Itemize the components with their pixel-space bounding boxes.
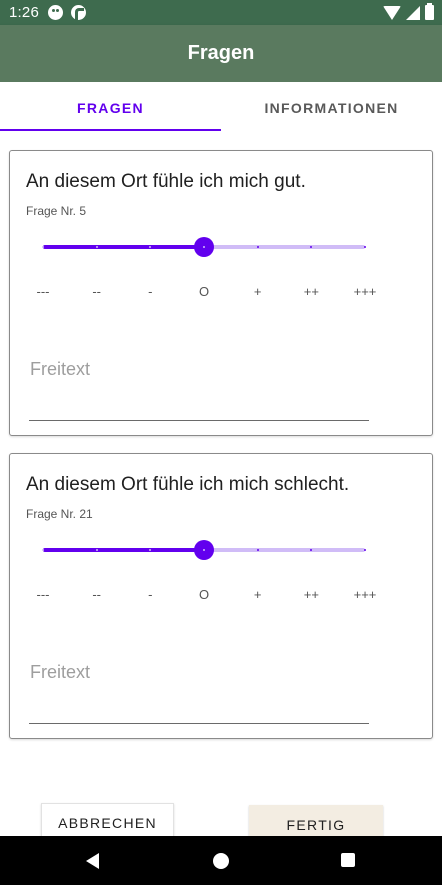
rating-slider[interactable]	[42, 237, 366, 257]
slider-tick	[95, 246, 98, 248]
navigation-bar	[0, 836, 442, 885]
back-icon[interactable]	[86, 853, 99, 869]
rating-slider[interactable]	[42, 540, 366, 560]
slider-tick	[364, 549, 366, 551]
scale-label: +	[253, 587, 262, 602]
tab-bar: FRAGEN INFORMATIONEN	[0, 82, 442, 131]
question-number: Frage Nr. 5	[26, 204, 87, 218]
scale-label: -	[148, 587, 153, 602]
wifi-icon	[383, 5, 401, 20]
question-text: An diesem Ort fühle ich mich gut.	[26, 171, 306, 192]
question-card: An diesem Ort fühle ich mich gut. Frage …	[9, 150, 433, 436]
slider-tick	[95, 549, 98, 551]
slider-tick	[256, 549, 259, 551]
scale-label: +	[253, 284, 262, 299]
tab-fragen[interactable]: FRAGEN	[0, 82, 221, 131]
battery-icon	[425, 3, 434, 20]
page-title: Fragen	[187, 42, 255, 64]
question-card: An diesem Ort fühle ich mich schlecht. F…	[9, 453, 433, 739]
status-bar: 1:26	[0, 0, 442, 25]
scale-label: ++	[303, 284, 319, 299]
scale-label: +++	[353, 284, 377, 299]
slider-tick	[42, 549, 44, 551]
status-time: 1:26	[9, 4, 39, 21]
face-icon	[48, 5, 63, 20]
tab-informationen[interactable]: INFORMATIONEN	[221, 82, 442, 131]
question-number: Frage Nr. 21	[26, 507, 93, 521]
status-icons	[383, 3, 434, 20]
scale-label: ---	[36, 284, 50, 299]
slider-tick	[256, 246, 259, 248]
recents-icon[interactable]	[341, 853, 355, 867]
scale-label: O	[198, 587, 210, 602]
scale-label: --	[92, 284, 101, 299]
slider-active-track	[43, 245, 204, 249]
slider-tick	[364, 246, 366, 248]
tab-indicator	[0, 129, 221, 131]
slider-tick	[203, 246, 205, 248]
data-saver-icon	[71, 5, 86, 20]
question-text: An diesem Ort fühle ich mich schlecht.	[26, 474, 350, 495]
freitext-input[interactable]	[29, 357, 369, 421]
scale-label: -	[148, 284, 153, 299]
home-icon[interactable]	[213, 853, 229, 869]
slider-tick	[203, 549, 205, 551]
scale-label: +++	[353, 587, 377, 602]
scale-label: O	[198, 284, 210, 299]
scale-label: ++	[303, 587, 319, 602]
slider-tick	[42, 246, 44, 248]
scale-label: --	[92, 587, 101, 602]
freitext-input[interactable]	[29, 660, 369, 724]
app-bar: Fragen	[0, 25, 442, 82]
signal-icon	[406, 5, 420, 20]
scale-label: ---	[36, 587, 50, 602]
slider-active-track	[43, 548, 204, 552]
